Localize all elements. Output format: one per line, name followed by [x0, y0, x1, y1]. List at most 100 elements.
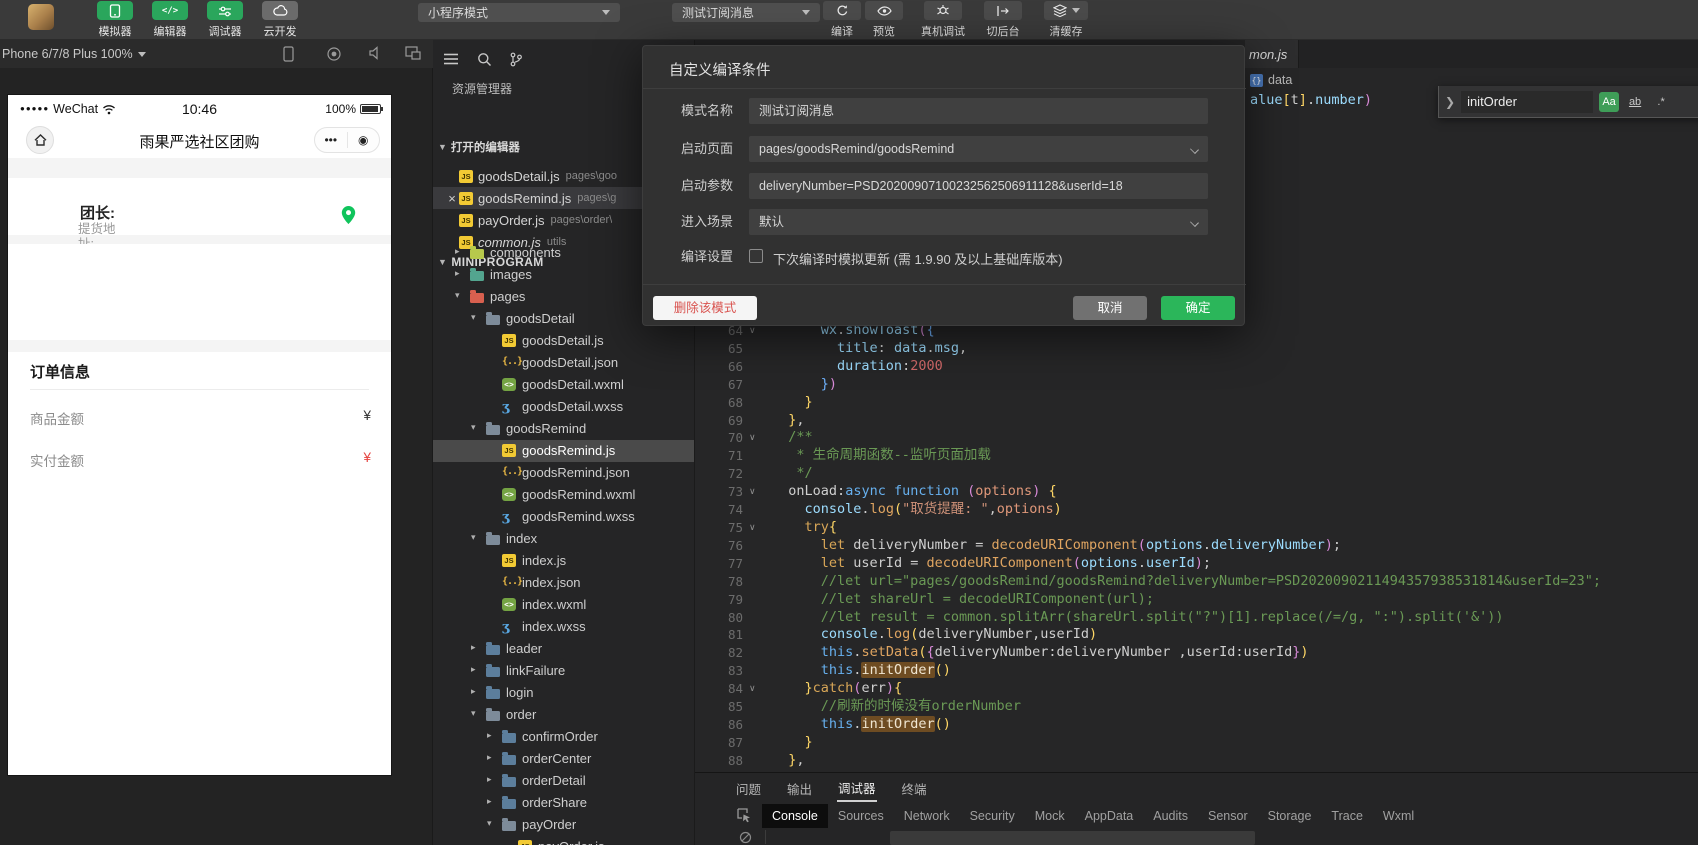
devtools-tab-trace[interactable]: Trace	[1321, 804, 1373, 828]
find-input[interactable]: initOrder	[1461, 90, 1594, 113]
tree-item-index.json[interactable]: {..} index.json	[433, 572, 694, 594]
tree-item-orderShare[interactable]: ▸ orderShare	[433, 792, 694, 814]
debugger-button-label: 调试器	[208, 26, 242, 38]
clear-console-icon[interactable]	[739, 831, 752, 844]
tree-item-index.wxss[interactable]: ʒ index.wxss	[433, 616, 694, 638]
editor-button[interactable]: </> 编辑器	[143, 1, 197, 39]
tree-item-confirmOrder[interactable]: ▸ confirmOrder	[433, 726, 694, 748]
switch-background-button[interactable]: 切后台	[977, 1, 1029, 39]
folder-icon	[486, 312, 500, 325]
pip-window-icon[interactable]	[405, 46, 421, 60]
devtools-tab-audits[interactable]: Audits	[1143, 804, 1198, 828]
devtools-tab-security[interactable]: Security	[960, 804, 1025, 828]
devtools-tab-sources[interactable]: Sources	[828, 804, 894, 828]
close-icon[interactable]: ×	[445, 191, 459, 206]
confirm-button[interactable]: 确定	[1161, 296, 1235, 320]
preview-button[interactable]: 预览	[858, 1, 910, 39]
console-filter-row	[695, 829, 1698, 845]
leader-card: 团长: 提货地 址:	[8, 178, 391, 251]
panel-tab-问题[interactable]: 问题	[735, 774, 762, 801]
compile-condition-dropdown[interactable]: 测试订阅消息	[672, 3, 820, 22]
tree-item-index[interactable]: ▾ index	[433, 528, 694, 550]
device-selector[interactable]: Phone 6/7/8 Plus 100%	[2, 47, 146, 61]
delete-mode-button[interactable]: 删除该模式	[653, 296, 757, 320]
start-page-select[interactable]: pages/goodsRemind/goodsRemind	[749, 136, 1208, 162]
cancel-button[interactable]: 取消	[1073, 296, 1147, 320]
code-area[interactable]: 64 ∨ wx.showToast({65 title: data.msg, 66 …	[695, 322, 1698, 770]
exit-target-icon[interactable]: ◉	[348, 133, 380, 147]
devtools-tab-mock[interactable]: Mock	[1025, 804, 1075, 828]
cloud-icon	[272, 4, 288, 17]
devtools-tab-appdata[interactable]: AppData	[1075, 804, 1144, 828]
tree-item-index.js[interactable]: JS index.js	[433, 550, 694, 572]
devtools-tab-sensor[interactable]: Sensor	[1198, 804, 1258, 828]
tree-item-orderCenter[interactable]: ▸ orderCenter	[433, 748, 694, 770]
code-line: 67 })	[727, 375, 838, 392]
code-line: 66 duration:2000	[727, 357, 943, 374]
whole-word-toggle[interactable]: ab	[1625, 92, 1645, 112]
tree-item-goodsRemind.wxss[interactable]: ʒ goodsRemind.wxss	[433, 506, 694, 528]
more-menu-icon[interactable]: •••	[315, 133, 347, 147]
avatar[interactable]	[28, 4, 54, 30]
mute-icon[interactable]	[368, 46, 383, 60]
fold-icon[interactable]: ∨	[749, 519, 763, 537]
expand-replace-icon[interactable]: ❯	[1445, 95, 1455, 109]
clear-cache-button[interactable]: 清缓存	[1038, 1, 1094, 39]
chevron-down-icon: ▾	[471, 532, 476, 542]
tree-item-goodsRemind.wxml[interactable]: <> goodsRemind.wxml	[433, 484, 694, 506]
tree-item-goodsDetail.wxss[interactable]: ʒ goodsDetail.wxss	[433, 396, 694, 418]
tree-item-label: goodsRemind.wxss	[522, 509, 635, 524]
tree-item-goodsDetail.js[interactable]: JS goodsDetail.js	[433, 330, 694, 352]
git-branch-icon[interactable]	[509, 52, 523, 67]
devtools-tab-console[interactable]: Console	[762, 803, 828, 828]
simulate-update-checkbox[interactable]	[749, 249, 763, 263]
breadcrumb[interactable]: {} data	[1250, 71, 1292, 89]
tree-item-goodsRemind[interactable]: ▾ goodsRemind	[433, 418, 694, 440]
panel-tab-调试器[interactable]: 调试器	[837, 773, 877, 802]
mode-name-input[interactable]: 测试订阅消息	[749, 98, 1208, 124]
tree-item-orderDetail[interactable]: ▸ orderDetail	[433, 770, 694, 792]
panel-tab-终端[interactable]: 终端	[901, 774, 928, 801]
real-device-debug-button[interactable]: 真机调试	[912, 1, 974, 39]
tree-item-goodsDetail.wxml[interactable]: <> goodsDetail.wxml	[433, 374, 694, 396]
tree-item-leader[interactable]: ▸ leader	[433, 638, 694, 660]
tree-item-goodsDetail.json[interactable]: {..} goodsDetail.json	[433, 352, 694, 374]
cloud-dev-button[interactable]: 云开发	[253, 1, 307, 39]
fold-icon[interactable]: ∨	[749, 429, 763, 447]
fold-icon[interactable]: ∨	[749, 680, 763, 698]
simulator-button[interactable]: 模拟器	[88, 1, 142, 39]
enter-scene-select[interactable]: 默认	[749, 209, 1208, 235]
console-filter-input[interactable]	[890, 831, 1255, 845]
tree-item-label: confirmOrder	[522, 729, 598, 744]
search-icon[interactable]	[477, 52, 492, 67]
match-case-toggle[interactable]: Aa	[1599, 91, 1620, 112]
tab-common-js[interactable]: mon.js	[1245, 40, 1299, 68]
devtools-tab-storage[interactable]: Storage	[1258, 804, 1322, 828]
location-pin-icon[interactable]	[340, 205, 357, 226]
inspect-element-icon[interactable]	[737, 808, 752, 823]
panel-tab-输出[interactable]: 输出	[786, 774, 813, 801]
start-params-input[interactable]: deliveryNumber=PSD2020090710023256250691…	[749, 173, 1208, 199]
file-list-icon[interactable]	[443, 52, 459, 66]
mode-dropdown[interactable]: 小程序模式	[418, 3, 620, 22]
device-frame-icon[interactable]	[282, 46, 295, 62]
fold-icon[interactable]: ∨	[749, 483, 763, 501]
regex-toggle[interactable]: .*	[1651, 92, 1671, 112]
tree-item-goodsRemind.json[interactable]: {..} goodsRemind.json	[433, 462, 694, 484]
tree-item-goodsRemind.js[interactable]: JS goodsRemind.js	[433, 440, 694, 462]
tree-item-payOrder.js[interactable]: JS payOrder.js	[433, 836, 694, 845]
open-editors-section[interactable]: ▼ 打开的编辑器	[438, 139, 520, 155]
folder-icon	[502, 796, 516, 809]
tree-item-linkFailure[interactable]: ▸ linkFailure	[433, 660, 694, 682]
tree-item-index.wxml[interactable]: <> index.wxml	[433, 594, 694, 616]
code-line: 88 },	[727, 751, 805, 768]
devtools-tab-network[interactable]: Network	[894, 804, 960, 828]
debugger-button[interactable]: 调试器	[198, 1, 252, 39]
tree-item-login[interactable]: ▸ login	[433, 682, 694, 704]
devtools-tab-wxml[interactable]: Wxml	[1373, 804, 1424, 828]
tree-item-payOrder[interactable]: ▾ payOrder	[433, 814, 694, 836]
code-icon: </>	[161, 5, 179, 16]
record-icon[interactable]	[326, 46, 342, 62]
code-line: 68 }	[727, 393, 813, 410]
tree-item-order[interactable]: ▾ order	[433, 704, 694, 726]
